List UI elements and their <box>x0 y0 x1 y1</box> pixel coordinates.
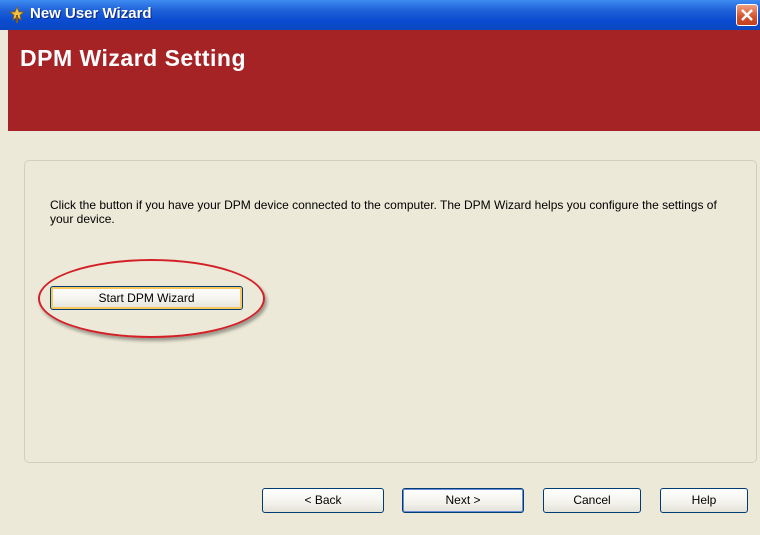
wizard-window: New User Wizard DPM Wizard Setting Click… <box>0 0 760 535</box>
title-bar[interactable]: New User Wizard <box>0 0 760 30</box>
start-dpm-wizard-button[interactable]: Start DPM Wizard <box>50 286 243 310</box>
close-icon <box>741 9 753 21</box>
back-button[interactable]: < Back <box>262 488 384 513</box>
page-title: DPM Wizard Setting <box>20 45 247 71</box>
window-title: New User Wizard <box>30 5 152 22</box>
wizard-icon <box>8 6 26 23</box>
next-button[interactable]: Next > <box>402 488 524 513</box>
cancel-button[interactable]: Cancel <box>543 488 641 513</box>
description-text: Click the button if you have your DPM de… <box>50 198 717 226</box>
help-button[interactable]: Help <box>660 488 748 513</box>
close-button[interactable] <box>736 4 758 26</box>
